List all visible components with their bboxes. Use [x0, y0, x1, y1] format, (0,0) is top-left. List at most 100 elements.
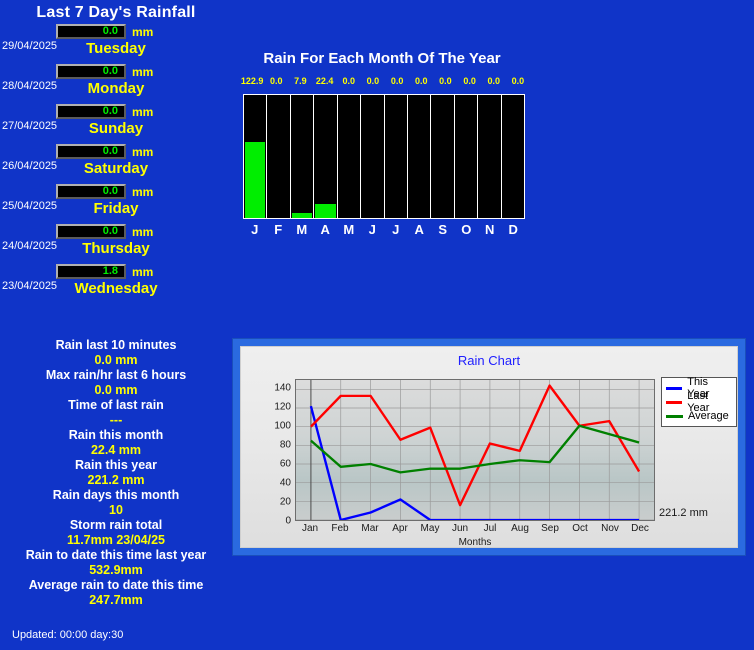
monthly-axis-label: O — [461, 222, 472, 237]
updated-status: Updated: 00:00 day:30 — [12, 629, 124, 641]
y-tick-label: 140 — [274, 382, 291, 394]
day-rain-value: 0.0 — [56, 184, 126, 199]
stat-label: Max rain/hr last 6 hours — [45, 368, 187, 382]
monthly-value-labels: 122.9 0.0 7.9 22.4 0.0 0.0 0.0 0.0 0.0 0.0 0.0 0.0 — [240, 76, 530, 90]
stat-label: Rain last 10 minutes — [55, 338, 177, 352]
rain-chart-inner: Rain Chart 0 20 40 60 80 100 120 140 Jan Feb Mar A… — [240, 346, 738, 548]
day-rain-value: 0.0 — [56, 224, 126, 239]
legend-item: Last Year — [666, 390, 731, 414]
monthly-axis-labels: JFMAMJJASOND — [243, 222, 525, 237]
x-tick-label: Mar — [361, 523, 379, 534]
rain-chart-title: Rain Chart — [457, 353, 521, 368]
monthly-bar-cell — [408, 95, 432, 218]
stat-label: Average rain to date this time — [28, 578, 204, 592]
x-tick-label: Aug — [511, 523, 529, 534]
rain-chart-legend: This Year Last Year Average — [661, 376, 737, 427]
legend-swatch — [666, 386, 683, 390]
monthly-axis-label: D — [508, 222, 518, 237]
day-unit: mm — [132, 65, 154, 79]
monthly-bar-cell — [244, 95, 268, 218]
day-rain-value: 0.0 — [56, 64, 126, 79]
stat-value: --- — [109, 413, 123, 427]
legend-swatch — [666, 414, 683, 418]
monthly-axis-label: N — [485, 222, 495, 237]
day-name: Saturday — [83, 160, 149, 177]
page-title: Last 7 Day's Rainfall — [36, 4, 196, 21]
monthly-axis-label: A — [414, 222, 424, 237]
x-tick-label: Oct — [572, 523, 588, 534]
x-tick-label: Jan — [301, 523, 319, 534]
monthly-bar-cell — [502, 95, 524, 218]
monthly-bar-fill — [291, 213, 313, 218]
monthly-bar-cell — [361, 95, 385, 218]
stat-label: Rain this month — [68, 428, 164, 442]
stat-value: 11.7mm 23/04/25 — [67, 533, 165, 547]
last-7-days-panel: Last 7 Day's Rainfall 0.0 29/04/2025 mm Tue… — [0, 0, 232, 650]
monthly-bar-cell — [455, 95, 479, 218]
monthly-bar-cell — [478, 95, 502, 218]
monthly-axis-label: J — [368, 222, 376, 237]
monthly-bar-fill — [245, 142, 266, 218]
monthly-value-label: 0.0 — [511, 76, 525, 86]
day-row: 1.8 23/04/2025 mm Wednesday — [0, 264, 232, 311]
y-tick-label: 60 — [279, 458, 291, 470]
legend-swatch — [666, 400, 683, 404]
monthly-bar-cell — [291, 95, 315, 218]
x-tick-label: Jul — [483, 523, 497, 534]
day-name: Tuesday — [86, 40, 146, 57]
day-rain-value: 1.8 — [56, 264, 126, 279]
day-name: Thursday — [82, 240, 150, 257]
day-unit: mm — [132, 225, 154, 239]
monthly-chart-title: Rain For Each Month Of The Year — [263, 50, 501, 67]
stat-label: Rain this year — [75, 458, 157, 472]
stat-label: Rain days this month — [52, 488, 180, 502]
rain-chart-lines — [296, 380, 654, 520]
stat-value: 10 — [109, 503, 123, 517]
x-tick-label: May — [420, 523, 440, 534]
monthly-axis-label: M — [343, 222, 355, 237]
x-tick-label: Sep — [541, 523, 559, 534]
day-name: Sunday — [88, 120, 144, 137]
x-tick-label: Feb — [331, 523, 349, 534]
stat-label: Storm rain total — [69, 518, 163, 532]
day-unit: mm — [132, 105, 154, 119]
day-name: Monday — [87, 80, 145, 97]
monthly-bar-cell — [267, 95, 291, 218]
rain-chart-panel: Rain Chart 0 20 40 60 80 100 120 140 Jan Feb Mar A… — [232, 338, 746, 556]
monthly-bar-cell — [338, 95, 362, 218]
stat-label: Time of last rain — [68, 398, 164, 412]
day-unit: mm — [132, 25, 154, 39]
x-tick-label: Apr — [392, 523, 408, 534]
x-tick-label: Nov — [601, 523, 619, 534]
monthly-bar-cell — [385, 95, 408, 218]
stat-value: 0.0 mm — [94, 353, 138, 367]
rain-total-annotation: 221.2 mm — [659, 507, 708, 519]
series-line — [310, 424, 640, 474]
rain-chart-x-axis-title: Months — [458, 537, 492, 548]
day-name: Wednesday — [74, 280, 158, 297]
day-unit: mm — [132, 265, 154, 279]
monthly-bars-plot — [243, 94, 525, 219]
monthly-axis-label: S — [438, 222, 448, 237]
day-unit: mm — [132, 185, 154, 199]
y-tick-label: 40 — [279, 477, 291, 489]
day-rain-value: 0.0 — [56, 104, 126, 119]
monthly-bar-cell — [431, 95, 455, 218]
monthly-axis-label: M — [296, 222, 308, 237]
day-name: Friday — [93, 200, 139, 217]
monthly-axis-label: F — [274, 222, 283, 237]
stat-value: 22.4 mm — [90, 443, 142, 457]
legend-item: Average — [666, 409, 731, 423]
stat-value: 532.9mm — [89, 563, 143, 577]
y-tick-label: 120 — [274, 401, 291, 413]
legend-label: Average — [688, 410, 729, 422]
y-tick-label: 100 — [274, 420, 291, 432]
x-tick-label: Dec — [631, 523, 649, 534]
y-tick-label: 20 — [279, 496, 291, 508]
rain-chart-x-axis: Jan Feb Mar Apr May Jun Jul Aug Sep Oct Nov Dec — [295, 523, 655, 534]
rain-chart-y-axis: 0 20 40 60 80 100 120 140 — [249, 379, 291, 527]
stat-value: 0.0 mm — [94, 383, 138, 397]
monthly-axis-label: J — [251, 222, 259, 237]
x-tick-label: Jun — [451, 523, 469, 534]
stat-value: 247.7mm — [89, 593, 143, 607]
